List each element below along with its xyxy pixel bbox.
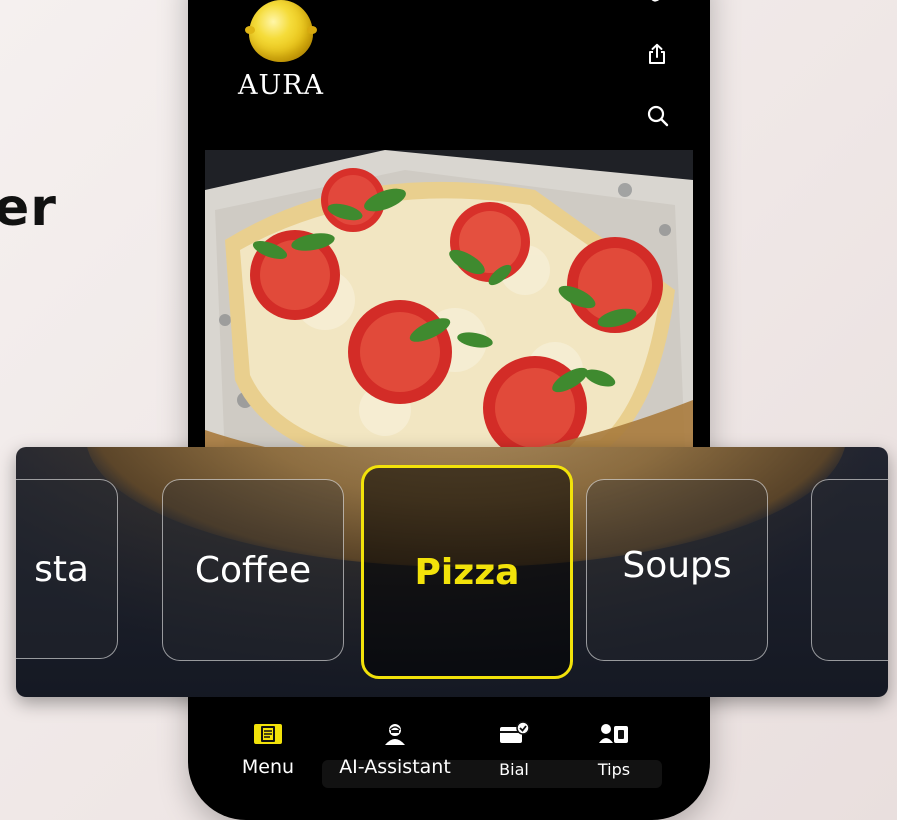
- category-label: Pizza: [414, 551, 520, 593]
- category-strip[interactable]: sta Coffee Pizza Soups: [16, 447, 888, 697]
- phone-bezel: [188, 100, 204, 210]
- search-icon[interactable]: [646, 104, 670, 128]
- background-heading: er: [0, 178, 57, 238]
- category-tile-coffee[interactable]: Coffee: [162, 479, 344, 661]
- category-tile-next[interactable]: [811, 479, 888, 661]
- category-tile-pasta[interactable]: sta: [16, 479, 118, 659]
- brand-logo[interactable]: AURA: [236, 0, 326, 104]
- bill-icon: [482, 720, 546, 748]
- pizza-image: [205, 150, 693, 470]
- category-tile-soups[interactable]: Soups: [586, 479, 768, 661]
- nav-label: Bial: [499, 760, 529, 779]
- nav-item-tips[interactable]: Tips: [582, 720, 646, 779]
- phone-bezel: [694, 100, 710, 210]
- tips-icon: [582, 720, 646, 748]
- bottom-nav: Menu AI-Assistant Bial Tips: [220, 720, 680, 795]
- more-icon[interactable]: [644, 0, 668, 12]
- lemon-logo-icon: [245, 0, 317, 62]
- nav-label: AI-Assistant: [339, 756, 451, 778]
- nav-item-menu[interactable]: Menu: [232, 720, 304, 778]
- nav-item-ai-assistant[interactable]: AI-Assistant: [320, 720, 470, 778]
- menu-book-icon: [232, 720, 304, 748]
- share-icon[interactable]: [645, 42, 669, 66]
- category-label: sta: [34, 548, 89, 590]
- brand-name: AURA: [237, 70, 325, 101]
- assistant-icon: [320, 720, 470, 748]
- category-tile-pizza[interactable]: Pizza: [361, 465, 573, 679]
- category-label: Soups: [622, 544, 732, 586]
- category-label: Coffee: [194, 549, 312, 591]
- nav-item-bial[interactable]: Bial: [482, 720, 546, 779]
- nav-label: Tips: [597, 760, 631, 779]
- nav-label: Menu: [241, 756, 295, 778]
